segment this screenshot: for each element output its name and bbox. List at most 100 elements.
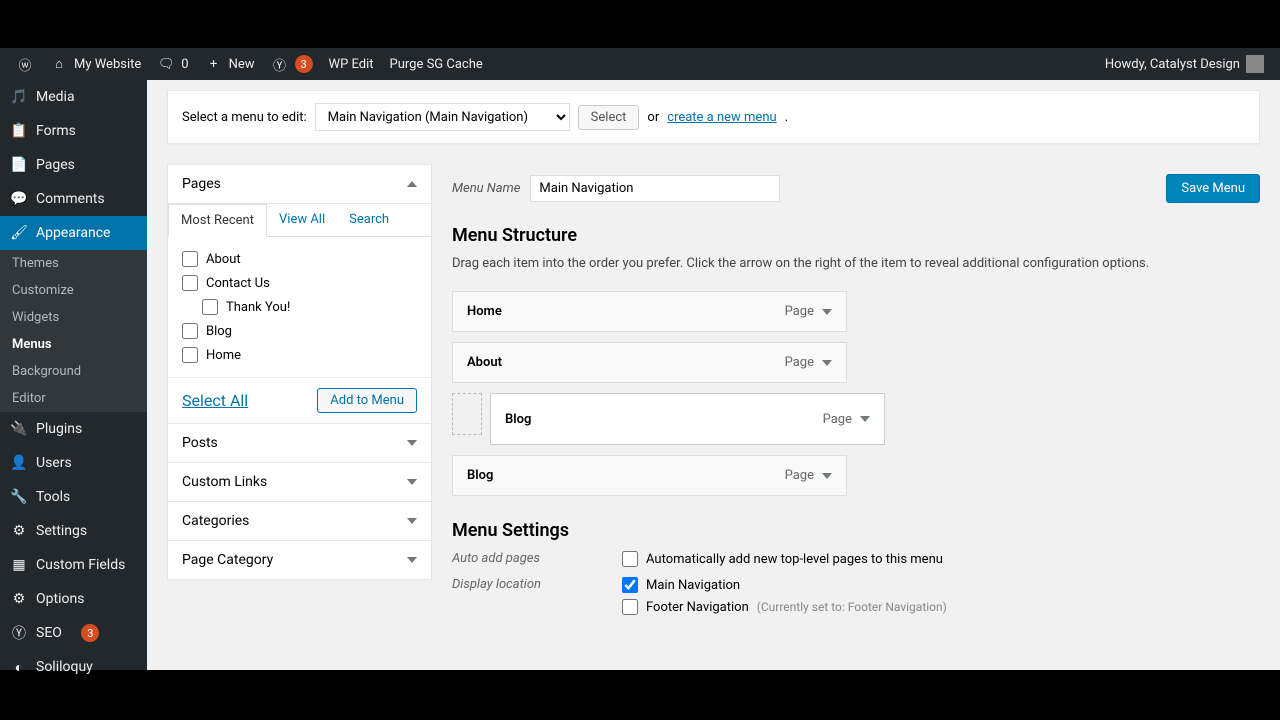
check-thank-you[interactable]: Thank You! [182,295,417,319]
select-all-link[interactable]: Select All [182,391,248,410]
main-content: Select a menu to edit: Main Navigation (… [147,80,1280,670]
location-footer[interactable]: Footer Navigation (Currently set to: Foo… [622,599,947,615]
location-main[interactable]: Main Navigation [622,577,947,593]
sidebar-item-pages[interactable]: 📄Pages [0,148,147,182]
select-button[interactable]: Select [578,105,640,130]
menu-name-input[interactable] [530,175,780,202]
sidebar-item-custom-fields[interactable]: ▦Custom Fields [0,548,147,582]
sidebar-label: Plugins [36,421,82,437]
menu-item-blog[interactable]: Blog Page [452,455,847,496]
plugins-icon: 🔌 [10,420,28,438]
menu-name-label: Menu Name [452,181,520,196]
sub-themes[interactable]: Themes [0,250,147,277]
chevron-up-icon [407,181,417,187]
create-menu-link[interactable]: create a new menu [667,110,776,125]
seo-icon: Ⓨ [10,624,28,642]
sidebar-item-plugins[interactable]: 🔌 Plugins [0,412,147,446]
categories-accordion-head[interactable]: Categories [167,502,432,541]
chevron-down-icon[interactable] [822,309,832,315]
sidebar-item-forms[interactable]: 📋Forms [0,114,147,148]
chevron-down-icon [407,479,417,485]
sidebar-label: Custom Fields [36,557,125,573]
sidebar-item-users[interactable]: 👤Users [0,446,147,480]
structure-heading: Menu Structure [452,225,1260,246]
comment-icon: 🗨 [157,55,175,73]
sidebar-label: Soliloquy [36,659,93,675]
new-link[interactable]: + New [197,48,263,80]
comments-count: 0 [181,57,188,72]
check-blog[interactable]: Blog [182,319,417,343]
menu-item-type: Page [785,355,814,370]
menu-select[interactable]: Main Navigation (Main Navigation) [315,103,570,131]
chevron-down-icon[interactable] [822,473,832,479]
pages-tabs: Most Recent View All Search [168,204,431,237]
checkbox[interactable] [182,275,198,291]
menu-item-blog-dragging[interactable]: Blog Page [490,393,885,445]
admin-toolbar: ⓦ ⌂My Website 🗨0 +New Ⓨ3 WP Edit Purge S… [0,48,1280,80]
checkbox[interactable] [622,551,638,567]
tab-view-all[interactable]: View All [267,204,337,236]
tools-icon: 🔧 [10,488,28,506]
soliloquy-icon: ◐ [10,658,28,676]
yoast-link[interactable]: Ⓨ3 [263,48,321,80]
check-contact[interactable]: Contact Us [182,271,417,295]
posts-accordion-head[interactable]: Posts [167,424,432,463]
chevron-down-icon [407,440,417,446]
sub-customize[interactable]: Customize [0,277,147,304]
custom-links-accordion-head[interactable]: Custom Links [167,463,432,502]
chevron-down-icon[interactable] [860,416,870,422]
pages-accordion-head[interactable]: Pages [167,164,432,204]
wp-edit-link[interactable]: WP Edit [321,48,382,80]
sidebar-item-tools[interactable]: 🔧Tools [0,480,147,514]
sub-editor[interactable]: Editor [0,385,147,412]
page-category-accordion-head[interactable]: Page Category [167,541,432,580]
checkbox[interactable] [182,347,198,363]
sidebar-item-media[interactable]: 🎵Media [0,80,147,114]
sidebar-item-seo[interactable]: ⓎSEO 3 [0,616,147,650]
checkbox[interactable] [182,251,198,267]
purge-link[interactable]: Purge SG Cache [382,48,491,80]
user-menu[interactable]: Howdy, Catalyst Design [1097,48,1272,80]
sidebar-item-settings[interactable]: ⚙Settings [0,514,147,548]
sidebar-label: Pages [36,157,75,173]
chevron-down-icon[interactable] [822,360,832,366]
sidebar-item-appearance[interactable]: 🖌Appearance [0,216,147,250]
menu-item-about[interactable]: About Page [452,342,847,383]
sub-widgets[interactable]: Widgets [0,304,147,331]
menu-edit-panel: Menu Name Save Menu Menu Structure Drag … [452,164,1260,625]
auto-add-option[interactable]: Automatically add new top-level pages to… [622,551,943,567]
add-to-menu-button[interactable]: Add to Menu [317,388,417,413]
check-home[interactable]: Home [182,343,417,367]
chevron-down-icon [407,557,417,563]
checkbox[interactable] [622,577,638,593]
auto-add-row: Auto add pages Automatically add new top… [452,551,1260,567]
checkbox[interactable] [182,323,198,339]
comments-link[interactable]: 🗨0 [149,48,196,80]
sidebar-item-options[interactable]: ⚙Options [0,582,147,616]
tab-search[interactable]: Search [337,204,401,236]
plus-icon: + [205,55,223,73]
menu-item-title: Blog [505,412,531,427]
menu-items-list: Home Page About Page Blog Page [452,291,1260,496]
save-menu-button[interactable]: Save Menu [1166,174,1260,203]
sidebar-item-soliloquy[interactable]: ◐ Soliloquy [0,650,147,684]
sub-menus[interactable]: Menus [0,331,147,358]
menu-item-type: Page [785,304,814,319]
sidebar-item-comments[interactable]: 💬Comments [0,182,147,216]
or-text: or [647,110,659,125]
checkbox[interactable] [202,299,218,315]
selector-label: Select a menu to edit: [182,110,307,125]
notification-badge: 3 [295,55,313,73]
users-icon: 👤 [10,454,28,472]
check-about[interactable]: About [182,247,417,271]
new-label: New [229,57,255,72]
checkbox[interactable] [622,599,638,615]
sub-background[interactable]: Background [0,358,147,385]
menu-item-home[interactable]: Home Page [452,291,847,332]
tab-most-recent[interactable]: Most Recent [168,204,267,237]
sidebar-label: Appearance [36,225,110,241]
wp-logo[interactable]: ⓦ [8,48,42,80]
display-location-row: Display location Main Navigation Footer … [452,577,1260,615]
site-link[interactable]: ⌂My Website [42,48,149,80]
menu-item-title: About [467,355,502,370]
